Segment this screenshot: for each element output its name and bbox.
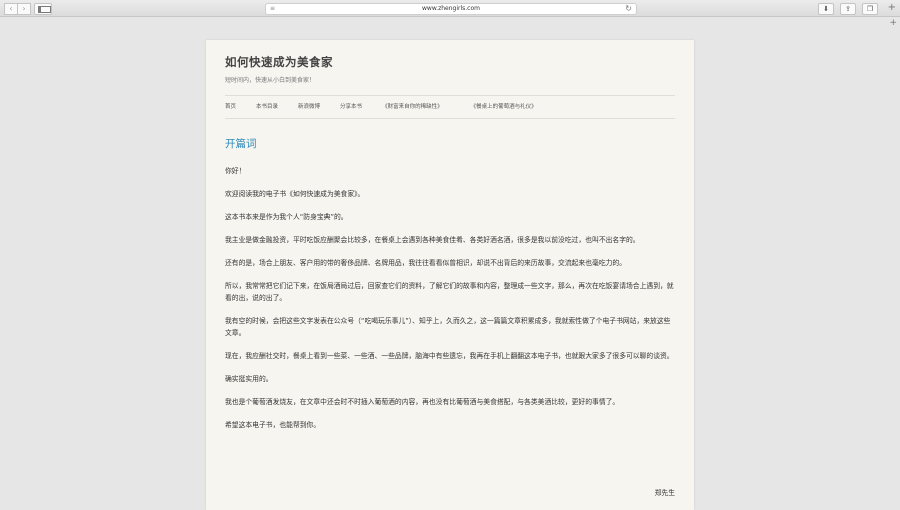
article-title: 开篇词: [225, 138, 257, 150]
page-content: 如何快速成为美食家 短时间内，快速从小白到美食家！ 首页 本书目录 新浪微博 分…: [206, 40, 694, 510]
browser-toolbar: ‹ › ≡ www.zhengirls.com ↻ ⬇ ⇪ ❐ +: [0, 0, 900, 17]
divider: [225, 95, 675, 96]
article-paragraph: 我有空的时候，会把这些文字发表在公众号（“吃喝玩乐事儿”）、知乎上，久而久之，这…: [225, 317, 671, 337]
article: 开篇词 你好！ 欢迎阅读我的电子书《如何快速成为美食家》。 这本书本来是作为我个…: [225, 137, 675, 442]
article-paragraph: 你好！: [225, 167, 246, 175]
plus-icon[interactable]: +: [889, 18, 897, 28]
tabs-icon[interactable]: ❐: [862, 3, 878, 15]
sidebar-icon[interactable]: [34, 3, 52, 15]
article-paragraph: 我主业是做金融投资，平时吃饭应酬聚会比较多，在餐桌上会遇到各种美食佳肴、各类好酒…: [225, 236, 640, 244]
share-icon[interactable]: ⇪: [840, 3, 856, 15]
toolbar-actions: ⬇ ⇪ ❐: [818, 3, 878, 15]
forward-icon[interactable]: ›: [18, 3, 31, 15]
menu-item-share[interactable]: 分享本书: [340, 102, 362, 110]
menu-item-weibo[interactable]: 新浪微博: [298, 102, 320, 110]
address-bar[interactable]: ≡ www.zhengirls.com ↻: [265, 3, 637, 15]
history-nav: ‹ ›: [4, 3, 31, 15]
site-description: 短时间内，快速从小白到美食家！: [225, 77, 316, 84]
main-menu: 首页 本书目录 新浪微博 分享本书 《财富来自你的稀缺性》 《餐桌上的葡萄酒与礼…: [225, 102, 557, 110]
menu-item-toc[interactable]: 本书目录: [256, 102, 278, 110]
reload-icon[interactable]: ↻: [625, 4, 632, 14]
article-paragraph: 还有的是，场合上朋友、客户用的带的奢侈品牌、名牌用品，我往往看看似曾相识，却说不…: [225, 259, 627, 267]
download-icon[interactable]: ⬇: [818, 3, 834, 15]
url-text[interactable]: www.zhengirls.com: [266, 4, 636, 14]
back-icon[interactable]: ‹: [4, 3, 18, 15]
article-paragraph: 我也是个葡萄酒发烧友，在文章中还会时不时插入葡萄酒的内容，再也没有比葡萄酒与美食…: [225, 398, 620, 406]
article-paragraph: 这本书本来是作为我个人“防身宝典”的。: [225, 213, 348, 221]
new-tab-button[interactable]: +: [888, 3, 896, 13]
article-paragraph: 现在，我应酬社交时，餐桌上看到一些菜、一些酒、一些品牌，脑海中有些遗忘，我再在手…: [225, 352, 674, 360]
divider: [225, 118, 675, 119]
site-title[interactable]: 如何快速成为美食家: [225, 54, 333, 70]
signature: 郑先生: [654, 489, 675, 497]
article-paragraph: 确实挺实用的。: [225, 375, 273, 383]
menu-item-book-wealth[interactable]: 《财富来自你的稀缺性》: [382, 102, 443, 110]
article-paragraph: 希望这本电子书，也能帮到你。: [225, 421, 321, 429]
menu-item-book-wine[interactable]: 《餐桌上的葡萄酒与礼仪》: [471, 102, 537, 110]
menu-item-home[interactable]: 首页: [225, 102, 236, 110]
article-paragraph: 所以，我常常把它们记下来，在饭局酒局过后，回家查它们的资料，了解它们的故事和内容…: [225, 282, 674, 302]
article-paragraph: 欢迎阅读我的电子书《如何快速成为美食家》。: [225, 190, 365, 198]
